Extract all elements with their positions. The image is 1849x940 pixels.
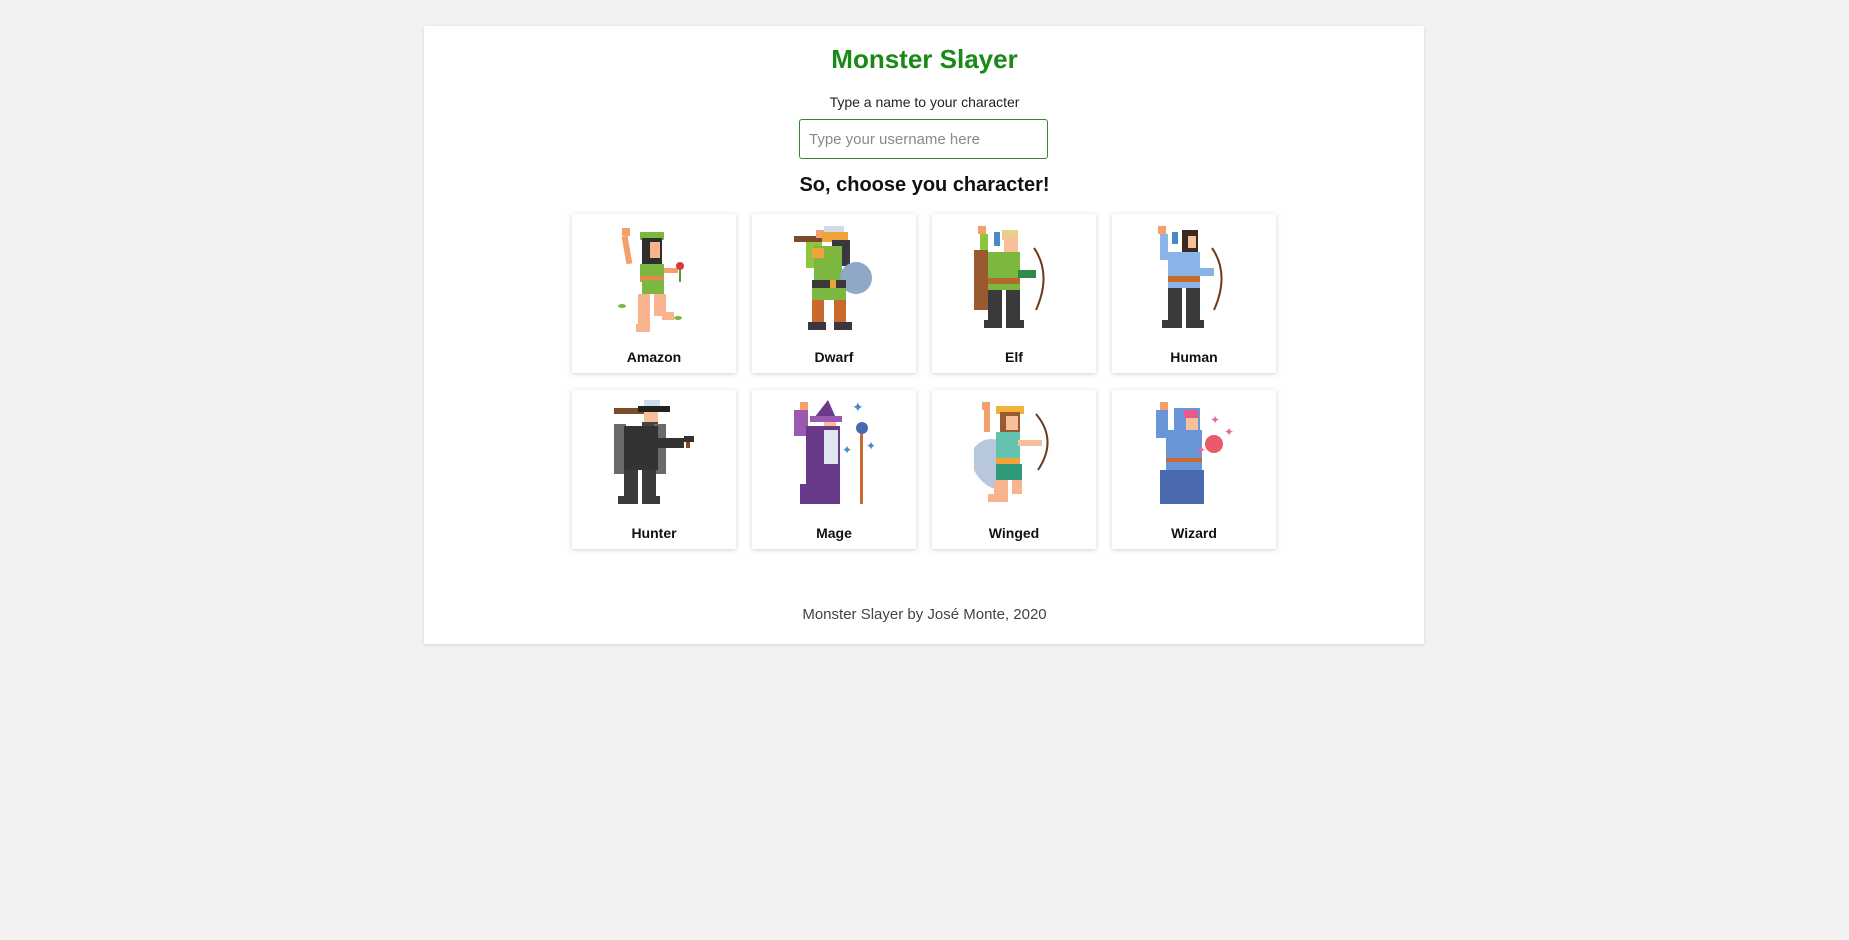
character-card-mage[interactable]: ✦ ✦ ✦ Mage (752, 390, 916, 549)
username-input[interactable] (799, 119, 1048, 159)
character-label: Hunter (631, 525, 677, 541)
choose-character-heading: So, choose you character! (799, 174, 1050, 196)
hunter-icon (614, 400, 694, 504)
footer-credit: Monster Slayer by José Monte, 2020 (802, 606, 1047, 623)
character-label: Winged (988, 525, 1040, 541)
character-card-winged[interactable]: Winged (932, 390, 1096, 549)
character-label: Dwarf (814, 349, 854, 365)
human-icon (1158, 226, 1223, 328)
svg-text:✦: ✦ (866, 439, 874, 453)
character-card-elf[interactable]: Elf (932, 214, 1096, 373)
character-card-dwarf[interactable]: Dwarf (752, 214, 916, 373)
character-label: Human (1170, 349, 1218, 365)
character-label: Wizard (1171, 525, 1217, 541)
svg-text:✦: ✦ (1224, 425, 1234, 439)
winged-icon (974, 402, 1049, 502)
character-label: Elf (1005, 349, 1023, 365)
svg-text:✦: ✦ (852, 400, 864, 416)
name-prompt: Type a name to your character (829, 94, 1020, 110)
svg-text:✦: ✦ (1196, 443, 1206, 457)
character-card-human[interactable]: Human (1112, 214, 1276, 373)
page-title: Monster Slayer (831, 44, 1018, 74)
character-card-wizard[interactable]: ✦ ✦ ✦ Wizard (1112, 390, 1276, 549)
character-label: Amazon (626, 349, 682, 365)
dwarf-icon (794, 226, 872, 330)
wizard-icon: ✦ ✦ ✦ (1156, 402, 1234, 504)
svg-text:✦: ✦ (842, 443, 852, 457)
character-label: Mage (816, 525, 852, 541)
amazon-icon (618, 228, 684, 332)
mage-icon: ✦ ✦ ✦ (794, 400, 874, 504)
elf-icon (974, 226, 1045, 328)
character-card-amazon[interactable]: Amazon (572, 214, 736, 373)
svg-text:✦: ✦ (1210, 413, 1220, 427)
character-card-hunter[interactable]: Hunter (572, 390, 736, 549)
